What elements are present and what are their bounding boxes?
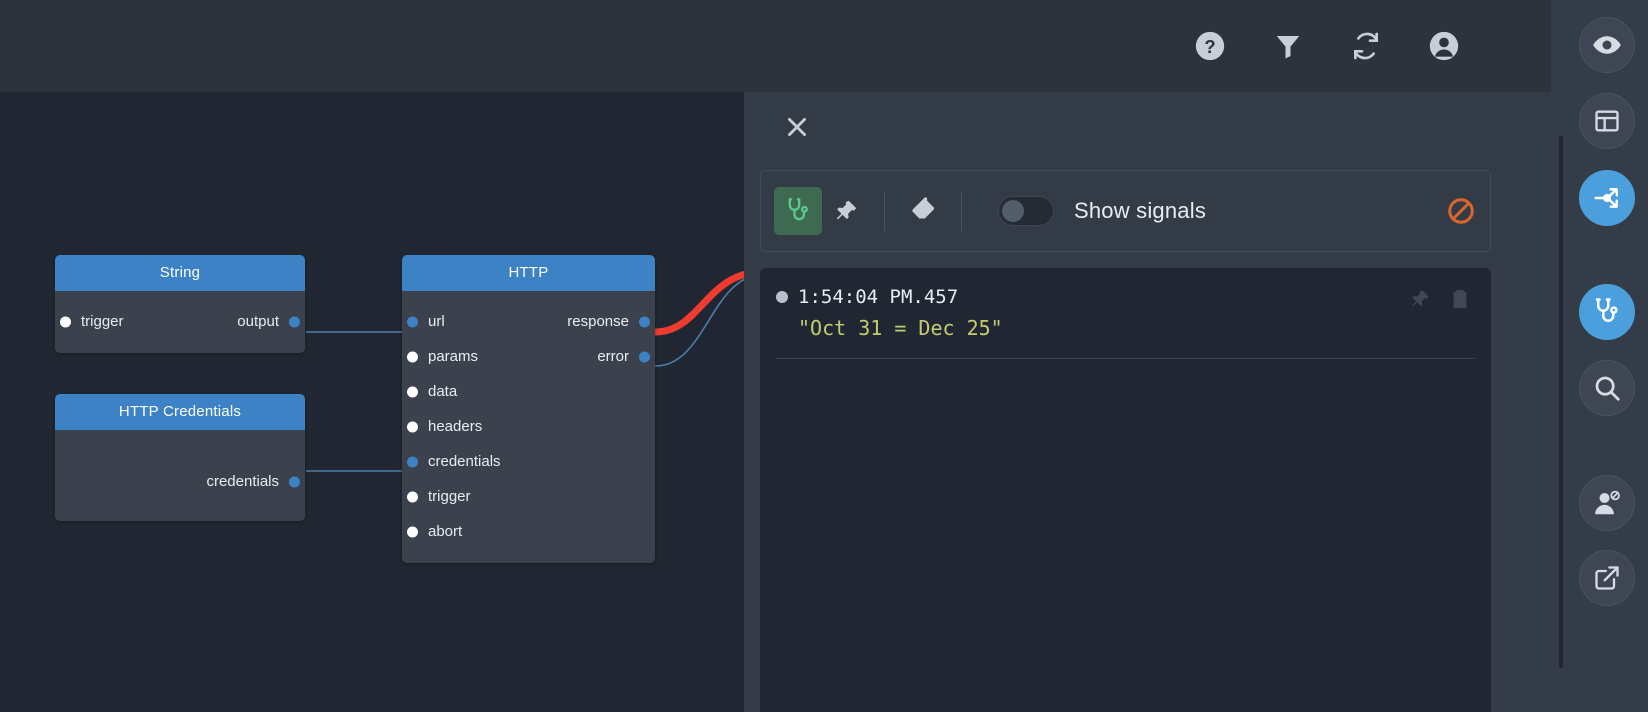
toolbar-divider-1 — [884, 191, 885, 231]
port-dot-error[interactable] — [639, 351, 650, 362]
inspector-toolbar: Show signals — [760, 170, 1491, 252]
eraser-icon[interactable] — [899, 187, 947, 235]
port-dot-trigger-http[interactable] — [407, 491, 418, 502]
node-string-body: trigger output — [55, 291, 305, 353]
port-dot-url[interactable] — [407, 316, 418, 327]
node-http-credentials-body: credentials — [55, 430, 305, 521]
node-string-title: String — [55, 255, 305, 291]
node-http-row-abort: abort — [402, 514, 655, 549]
filter-icon[interactable] — [1271, 29, 1305, 63]
layout-icon[interactable] — [1579, 93, 1635, 149]
show-signals-toggle[interactable] — [998, 196, 1054, 226]
node-http-credentials-port-row: credentials — [55, 464, 305, 499]
graph-canvas[interactable]: String trigger output HTTP Credentials c… — [0, 92, 744, 712]
signal-log-pane[interactable]: 1:54:04 PM.457 "Oct 31 = Dec 25" — [760, 268, 1491, 712]
port-label-headers: headers — [428, 418, 483, 435]
inspector-panel: Show signals 1:54:04 PM.457 "Oct 31 = De… — [744, 92, 1551, 712]
port-dot-data[interactable] — [407, 386, 418, 397]
port-dot-credentials-out[interactable] — [289, 476, 300, 487]
port-label-credentials-in: credentials — [428, 453, 501, 470]
node-http[interactable]: HTTP url response params error data head… — [402, 255, 655, 563]
toolbar-divider-2 — [961, 191, 962, 231]
block-icon[interactable] — [1445, 195, 1477, 227]
node-http-row-data: data — [402, 374, 655, 409]
node-string[interactable]: String trigger output — [55, 255, 305, 353]
port-dot-params[interactable] — [407, 351, 418, 362]
port-label-credentials-out: credentials — [206, 473, 279, 490]
eye-icon[interactable] — [1579, 17, 1635, 73]
log-value: "Oct 31 = Dec 25" — [798, 316, 1003, 340]
pin-icon[interactable] — [822, 187, 870, 235]
log-entry-time-row: 1:54:04 PM.457 — [776, 286, 1475, 308]
node-http-credentials[interactable]: HTTP Credentials credentials — [55, 394, 305, 521]
right-tool-rail — [1551, 0, 1648, 712]
svg-text:?: ? — [1204, 36, 1215, 57]
node-http-row-url-response: url response — [402, 304, 655, 339]
account-icon[interactable] — [1427, 29, 1461, 63]
wire-http-error — [654, 278, 744, 367]
node-http-credentials-title: HTTP Credentials — [55, 394, 305, 430]
pin-icon[interactable] — [1409, 288, 1431, 315]
port-label-abort: abort — [428, 523, 463, 540]
log-timestamp: 1:54:04 PM.457 — [798, 286, 959, 308]
show-signals-label: Show signals — [1074, 198, 1207, 223]
port-dot-credentials-in[interactable] — [407, 456, 418, 467]
search-icon[interactable] — [1579, 360, 1635, 416]
node-http-row-headers: headers — [402, 409, 655, 444]
user-blocked-icon[interactable] — [1579, 475, 1635, 531]
wire-http-response-highlight — [651, 271, 744, 336]
stethoscope-icon[interactable] — [774, 187, 822, 235]
port-dot-output[interactable] — [289, 316, 300, 327]
top-header-bar: ? — [0, 0, 1551, 92]
port-dot-headers[interactable] — [407, 421, 418, 432]
share-nodes-icon[interactable] — [1579, 170, 1635, 226]
port-label-trigger-http: trigger — [428, 488, 471, 505]
clipboard-icon[interactable] — [1449, 288, 1471, 315]
log-entry-actions — [1409, 288, 1471, 315]
port-dot-response[interactable] — [639, 316, 650, 327]
node-http-body: url response params error data headers c… — [402, 291, 655, 563]
node-string-port-row: trigger output — [55, 304, 305, 339]
refresh-icon[interactable] — [1349, 29, 1383, 63]
close-icon[interactable] — [782, 112, 812, 142]
stethoscope-icon[interactable] — [1579, 284, 1635, 340]
node-http-row-credentials: credentials — [402, 444, 655, 479]
header-icon-group: ? — [1193, 0, 1461, 92]
external-link-icon[interactable] — [1579, 550, 1635, 606]
log-status-dot — [776, 291, 788, 303]
node-http-row-params-error: params error — [402, 339, 655, 374]
help-icon[interactable]: ? — [1193, 29, 1227, 63]
port-label-data: data — [428, 383, 458, 400]
node-http-row-trigger: trigger — [402, 479, 655, 514]
node-editor-app: ? String trigger output HTTP Credentials… — [0, 0, 1648, 712]
port-dot-abort[interactable] — [407, 526, 418, 537]
toggle-knob — [1002, 200, 1024, 222]
log-entry[interactable]: 1:54:04 PM.457 "Oct 31 = Dec 25" — [776, 286, 1475, 359]
node-http-title: HTTP — [402, 255, 655, 291]
rail-divider — [1559, 136, 1563, 668]
port-dot-trigger[interactable] — [60, 316, 71, 327]
